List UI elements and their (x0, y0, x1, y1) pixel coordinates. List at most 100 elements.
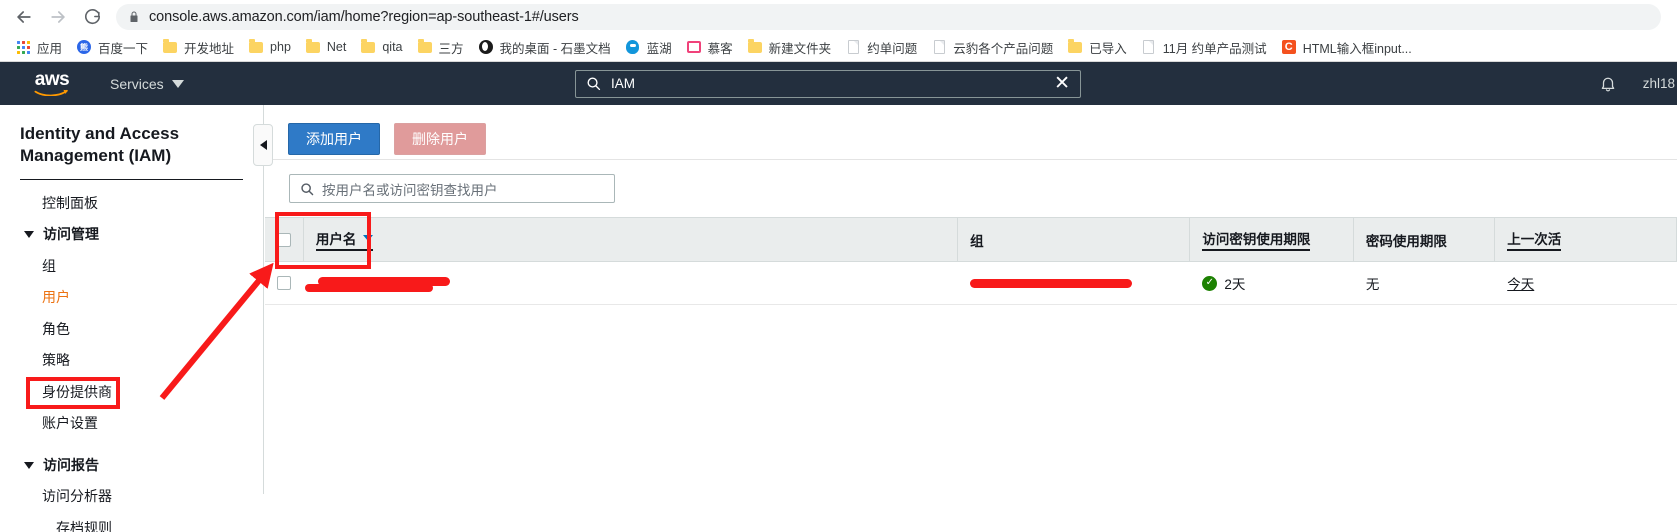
sort-descending-icon (363, 235, 374, 241)
sidebar-group-access-reports[interactable]: 访问报告 (0, 450, 263, 482)
column-header-label: 组 (970, 233, 984, 249)
column-header-username[interactable]: 用户名 (303, 217, 959, 262)
users-filter-row: 按用户名或访问密钥查找用户 (265, 160, 1677, 217)
bookmark-label: 我的桌面 - 石墨文档 (499, 41, 611, 56)
sidebar-item-label: 身份提供商 (42, 383, 112, 400)
forward-button[interactable] (42, 2, 74, 32)
search-input[interactable]: 按用户名或访问密钥查找用户 (289, 174, 615, 203)
column-header-label: 密码使用期限 (1365, 233, 1447, 249)
folder-icon (305, 39, 321, 55)
bookmark-label: HTML输入框input... (1302, 41, 1412, 56)
sidebar-item-label: 存档规则 (56, 519, 112, 532)
cell-username (303, 261, 958, 305)
aws-logo[interactable]: aws (28, 68, 76, 97)
aws-search-input[interactable]: IAM ✕ (575, 69, 1081, 98)
column-header-last-activity[interactable]: 上一次活 (1494, 217, 1677, 262)
bookmark-label: 蓝湖 (646, 41, 672, 56)
sidebar-collapse-button[interactable] (253, 124, 273, 166)
bookmark-label: qita (382, 40, 403, 54)
bookmark-sanfang[interactable]: 三方 (410, 35, 471, 59)
bookmark-label: 11月 约单产品测试 (1162, 41, 1267, 56)
sidebar-item-policies[interactable]: 策略 (0, 345, 263, 377)
row-checkbox[interactable] (277, 276, 291, 290)
redacted-group (970, 278, 1133, 288)
cell-password-age: 无 (1353, 261, 1495, 305)
bookmark-yunbao-products[interactable]: 云豹各个产品问题 (924, 35, 1060, 59)
folder-icon (1067, 39, 1083, 55)
chevron-left-icon (259, 140, 267, 150)
csdn-icon: C (1281, 39, 1297, 55)
bookmark-html-input[interactable]: C HTML输入框input... (1274, 35, 1419, 59)
back-button[interactable] (8, 2, 40, 32)
bookmark-qita[interactable]: qita (353, 35, 409, 59)
bookmark-imported[interactable]: 已导入 (1060, 35, 1134, 59)
bookmark-label: 约单问题 (867, 41, 918, 56)
lanhu-icon (625, 39, 641, 55)
sidebar-item-access-analyzer[interactable]: 访问分析器 (0, 481, 263, 513)
address-bar-url: console.aws.amazon.com/iam/home?region=a… (149, 8, 579, 25)
sidebar-item-roles[interactable]: 角色 (0, 314, 263, 346)
sidebar-item-identity-providers[interactable]: 身份提供商 (0, 377, 263, 409)
browser-url-row: console.aws.amazon.com/iam/home?region=a… (0, 0, 1677, 33)
column-header-label: 用户名 (315, 232, 357, 247)
page-icon (845, 39, 861, 55)
bookmark-shimo[interactable]: 我的桌面 - 石墨文档 (471, 35, 618, 59)
chevron-down-icon (171, 79, 184, 88)
add-user-button[interactable]: 添加用户 (288, 122, 380, 156)
bookmark-november-test[interactable]: 11月 约单产品测试 (1134, 35, 1274, 59)
bookmark-label: 新建文件夹 (768, 41, 832, 56)
bookmark-apps[interactable]: 应用 (8, 35, 69, 59)
sidebar-item-archive-rules[interactable]: 存档规则 (0, 513, 263, 532)
select-all-checkbox[interactable] (277, 232, 291, 247)
sidebar-item-label: 控制面板 (42, 194, 98, 211)
search-input-placeholder: 按用户名或访问密钥查找用户 (322, 182, 498, 198)
select-all-header (265, 217, 304, 262)
users-toolbar: 添加用户 删除用户 (264, 105, 1677, 159)
sidebar-item-groups[interactable]: 组 (0, 251, 263, 283)
bookmark-label: 慕客 (707, 41, 733, 56)
aws-wordmark: aws (34, 68, 70, 90)
table-row[interactable]: ✓ 2天 无 今天 (265, 261, 1677, 305)
sidebar-item-label: 访问报告 (43, 456, 99, 473)
search-icon (586, 76, 601, 91)
sidebar-item-dashboard[interactable]: 控制面板 (0, 188, 263, 220)
bookmark-new-folder[interactable]: 新建文件夹 (740, 35, 839, 59)
bookmark-lanhu[interactable]: 蓝湖 (618, 35, 679, 59)
folder-icon (747, 39, 763, 55)
cell-access-key-age: ✓ 2天 (1189, 261, 1354, 305)
sidebar-item-label: 访问管理 (43, 226, 99, 242)
table-header-row: 用户名 组 访问密钥使用期限 密码使用期限 上一次活 (265, 217, 1677, 262)
close-icon[interactable]: ✕ (1054, 74, 1070, 93)
services-menu[interactable]: Services (110, 76, 184, 92)
sidebar-item-label: 账户设置 (42, 415, 98, 431)
page-icon (1141, 39, 1157, 55)
search-icon (300, 182, 314, 196)
sidebar-group-access-management[interactable]: 访问管理 (0, 219, 263, 251)
bookmark-muke[interactable]: 慕客 (679, 35, 740, 59)
aws-search-value: IAM (611, 76, 636, 91)
account-menu[interactable]: zhl18 (1643, 76, 1677, 91)
sidebar-item-users[interactable]: 用户 (0, 282, 263, 314)
column-header-access-key-age[interactable]: 访问密钥使用期限 (1189, 217, 1354, 262)
column-header-password-age[interactable]: 密码使用期限 (1353, 217, 1496, 262)
last-activity-value[interactable]: 今天 (1507, 277, 1534, 292)
sidebar-item-label: 用户 (42, 289, 70, 305)
column-header-group[interactable]: 组 (957, 217, 1191, 262)
page-title: Identity and Access Management (IAM) (20, 124, 180, 165)
baidu-icon: 熊 (76, 39, 92, 55)
address-bar[interactable]: console.aws.amazon.com/iam/home?region=a… (116, 3, 1661, 30)
column-header-label: 上一次活 (1507, 232, 1562, 247)
sidebar-item-account-settings[interactable]: 账户设置 (0, 408, 263, 440)
sidebar-item-label: 角色 (42, 320, 70, 337)
bookmark-php[interactable]: php (241, 35, 298, 59)
browser-chrome: console.aws.amazon.com/iam/home?region=a… (0, 0, 1677, 62)
bookmark-dev-address[interactable]: 开发地址 (155, 35, 241, 59)
bookmark-order-issues[interactable]: 约单问题 (838, 35, 924, 59)
bookmark-baidu[interactable]: 熊 百度一下 (69, 35, 155, 59)
chevron-down-icon (24, 231, 34, 239)
notification-bell-icon[interactable] (1599, 74, 1617, 93)
reload-button[interactable] (76, 2, 108, 32)
aws-header-right: zhl18 (1599, 74, 1677, 93)
check-circle-icon: ✓ (1202, 275, 1218, 291)
bookmark-net[interactable]: Net (298, 35, 353, 59)
